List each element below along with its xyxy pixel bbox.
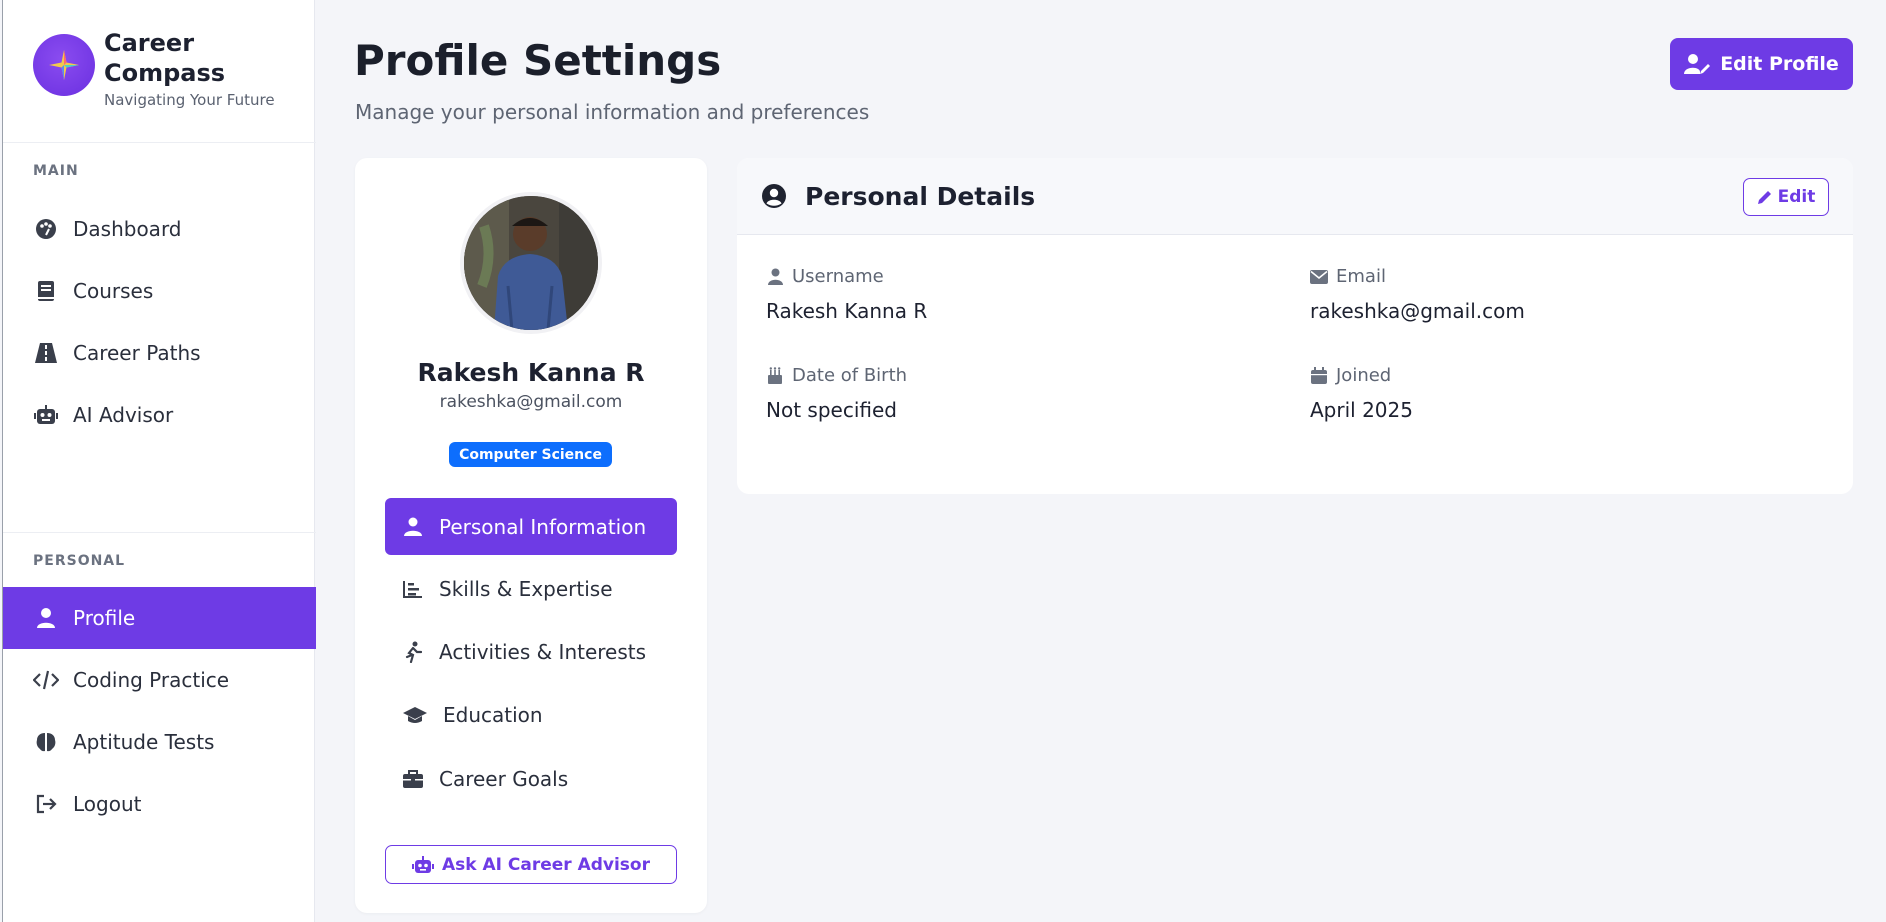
field-value: rakeshka@gmail.com [1310,299,1525,323]
envelope-icon [1310,268,1328,286]
user-icon [401,515,425,539]
ask-ai-career-advisor-label: Ask AI Career Advisor [441,854,650,875]
sidebar-item-label: Aptitude Tests [73,730,215,754]
sidebar-item-label: Career Paths [73,341,201,365]
sidebar-item-profile[interactable]: Profile [3,587,316,649]
section-label-main: MAIN [33,163,79,179]
sidebar-item-dashboard[interactable]: Dashboard [3,198,316,260]
robot-icon [411,855,434,873]
sidebar-item-label: AI Advisor [73,403,174,427]
sidebar-divider [3,532,316,533]
palette-icon [33,216,59,242]
briefcase-icon [401,767,425,791]
field-date-of-birth: Date of Birth Not specified [766,365,907,422]
field-username: Username Rakesh Kanna R [766,266,927,323]
code-icon [33,667,59,693]
brain-icon [33,729,59,755]
field-label: Username [792,266,884,287]
sidebar-item-label: Courses [73,279,154,303]
department-badge: Computer Science [449,442,612,467]
personal-details-card: Personal Details Edit Username Rakesh Ka… [737,158,1853,494]
field-label: Joined [1336,365,1392,386]
profile-menu-personal-information[interactable]: Personal Information [385,498,677,555]
road-icon [33,340,59,366]
sidebar-item-courses[interactable]: Courses [3,260,316,322]
page-subtitle: Manage your personal information and pre… [355,100,870,124]
sidebar-item-label: Profile [73,606,136,630]
field-label: Email [1336,266,1386,287]
sidebar-item-ai-advisor[interactable]: AI Advisor [3,384,316,446]
brand-title: Career Compass [104,29,226,87]
field-value: Not specified [766,398,897,422]
profile-card: Rakesh Kanna R rakeshka@gmail.com Comput… [355,158,707,913]
sidebar-item-aptitude-tests[interactable]: Aptitude Tests [3,711,316,773]
profile-menu-skills-expertise[interactable]: Skills & Expertise [385,560,677,617]
field-value: Rakesh Kanna R [766,299,928,323]
sidebar-item-logout[interactable]: Logout [3,773,316,835]
compass-logo-icon [33,34,95,96]
sidebar-item-career-paths[interactable]: Career Paths [3,322,316,384]
profile-name: Rakesh Kanna R [417,358,645,387]
profile-menu-career-goals[interactable]: Career Goals [385,750,677,807]
profile-menu-label: Education [443,702,543,727]
field-value: April 2025 [1310,398,1413,422]
edit-label: Edit [1777,187,1816,207]
edit-profile-button[interactable]: Edit Profile [1670,38,1853,90]
user-edit-icon [1684,54,1711,74]
user-circle-icon [761,183,787,209]
personal-details-title: Personal Details [805,181,1036,211]
page-title: Profile Settings [354,36,722,85]
pencil-icon [1757,191,1771,204]
brand[interactable]: Career Compass Navigating Your Future [33,28,275,109]
profile-menu-label: Skills & Expertise [439,576,613,601]
sidebar-item-label: Coding Practice [73,668,230,692]
sidebar-item-label: Logout [73,792,142,816]
sidebar-divider [3,142,316,143]
profile-menu-label: Personal Information [439,514,647,539]
field-joined: Joined April 2025 [1310,365,1413,422]
edit-profile-label: Edit Profile [1720,53,1839,75]
sidebar: Career Compass Navigating Your Future MA… [2,0,316,922]
profile-email: rakeshka@gmail.com [439,392,623,412]
personal-details-header: Personal Details Edit [737,158,1853,235]
birthday-cake-icon [766,367,784,385]
chart-bar-icon [401,577,425,601]
user-icon [33,605,59,631]
running-icon [401,640,425,664]
robot-icon [33,402,59,428]
avatar [460,192,602,334]
calendar-icon [1310,367,1328,385]
field-email: Email rakeshka@gmail.com [1310,266,1525,323]
profile-menu-activities-interests[interactable]: Activities & Interests [385,623,677,680]
ask-ai-career-advisor-button[interactable]: Ask AI Career Advisor [385,845,677,884]
section-label-personal: PERSONAL [33,553,126,569]
graduation-cap-icon [401,703,429,727]
logout-icon [33,791,59,817]
profile-menu-label: Career Goals [439,766,569,791]
sidebar-item-coding-practice[interactable]: Coding Practice [3,649,316,711]
profile-menu-label: Activities & Interests [439,639,647,664]
book-icon [33,278,59,304]
field-label: Date of Birth [792,365,908,386]
brand-subtitle: Navigating Your Future [104,91,275,109]
edit-personal-details-button[interactable]: Edit [1743,178,1829,216]
sidebar-item-label: Dashboard [73,217,182,241]
profile-menu-education[interactable]: Education [385,686,677,743]
user-icon [766,268,784,286]
